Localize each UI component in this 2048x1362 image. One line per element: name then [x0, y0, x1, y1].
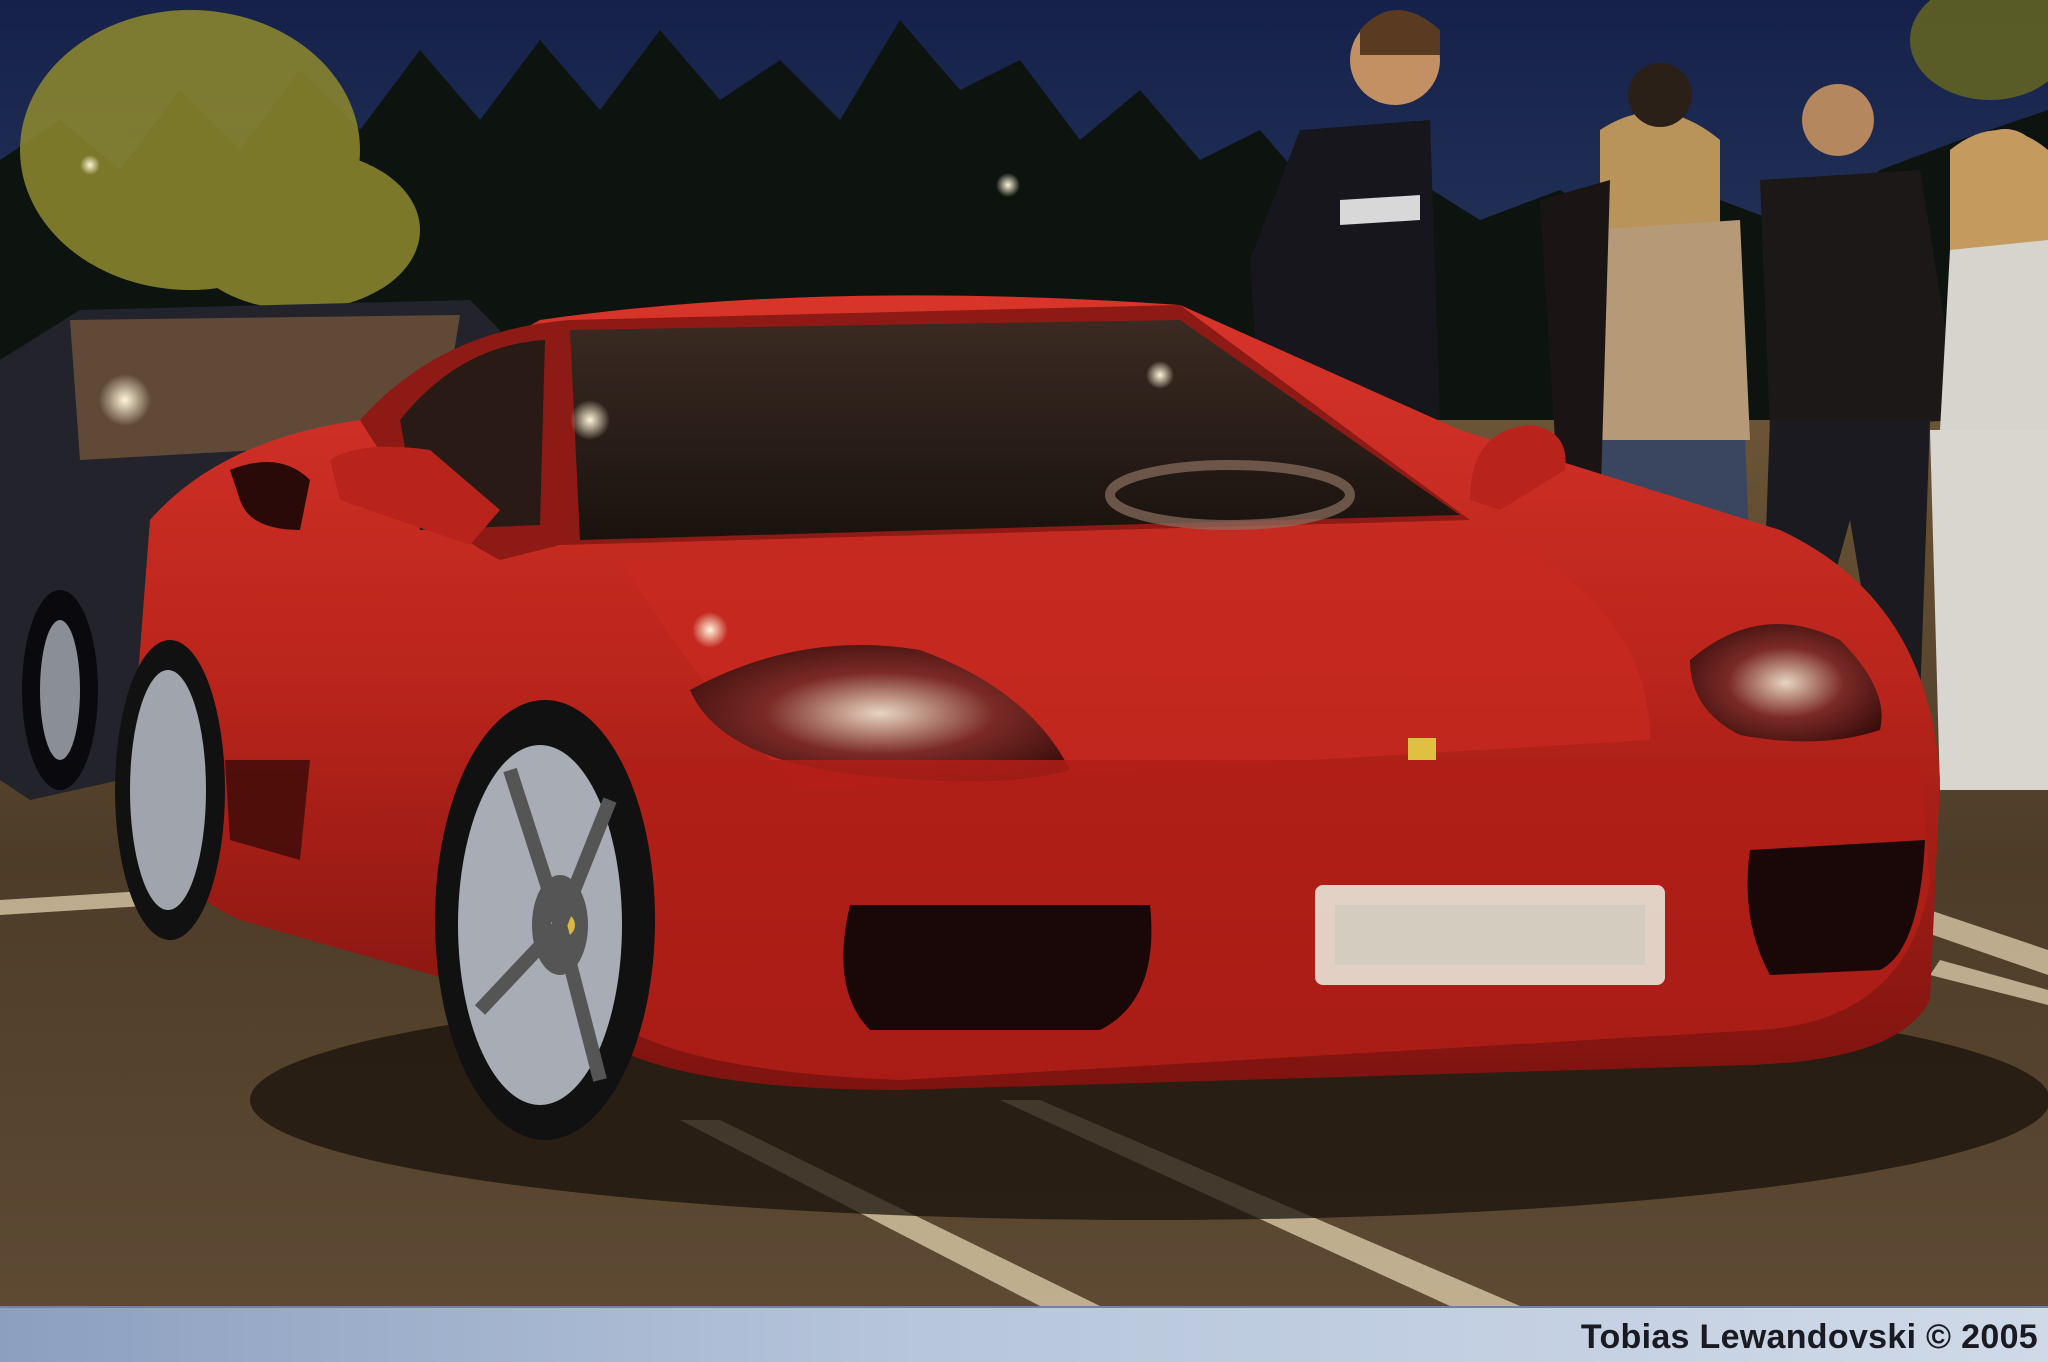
- badge-icon: [1408, 738, 1436, 760]
- photo-credit: Tobias Lewandovski © 2005: [1580, 1318, 2038, 1356]
- photo: [0, 0, 2048, 1306]
- front-grille-left: [843, 905, 1152, 1030]
- photo-frame: Tobias Lewandovski © 2005: [0, 0, 2048, 1362]
- caption-strip: Tobias Lewandovski © 2005: [0, 1306, 2048, 1362]
- street-lamp-center: [996, 173, 1020, 197]
- street-lamp-left: [80, 155, 100, 175]
